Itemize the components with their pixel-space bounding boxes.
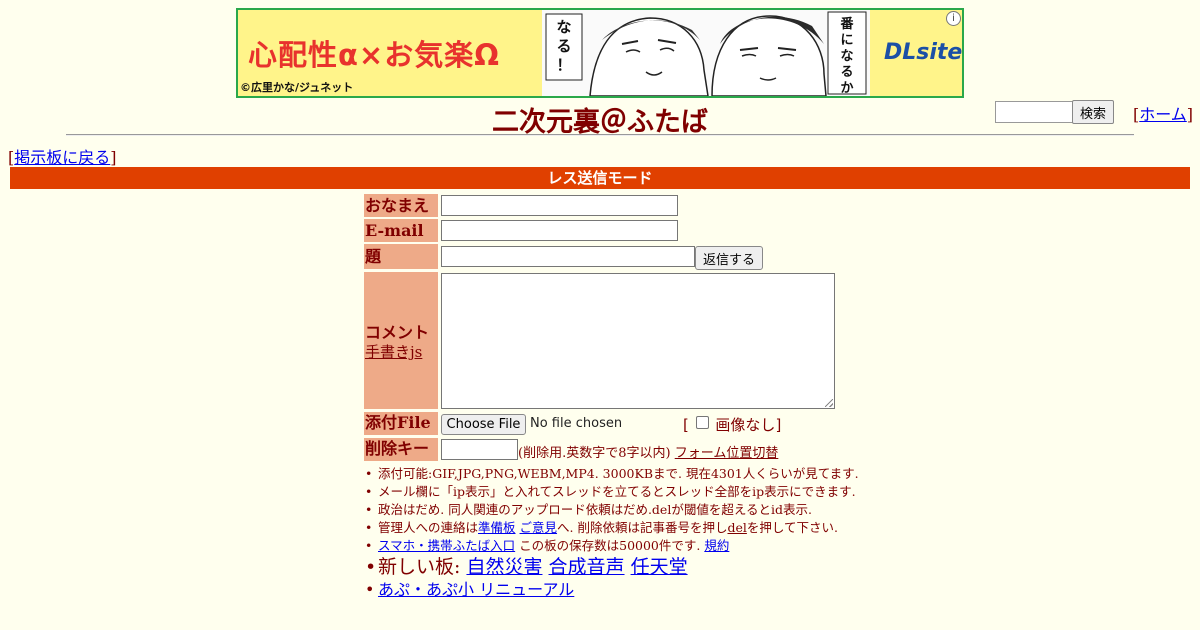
home-bracket-close: ] bbox=[1186, 105, 1194, 124]
board-link-disaster[interactable]: 自然災害 bbox=[466, 556, 542, 578]
file-label: 添付File bbox=[364, 412, 438, 435]
note-contact-mid: へ. 削除依頼は記事番号を押し bbox=[557, 520, 728, 535]
ad-credit: ©広里かな/ジュネット bbox=[240, 79, 354, 95]
board-link-synth-voice[interactable]: 合成音声 bbox=[549, 556, 625, 578]
no-image-option: [ 画像なし] bbox=[683, 414, 781, 435]
dlsite-logo: DLsite bbox=[884, 40, 963, 65]
manga-illustration: な る ！ 番 に な る か bbox=[542, 10, 870, 96]
form-position-toggle-link[interactable]: フォーム位置切替 bbox=[675, 446, 779, 461]
note-contact-post: を押して下さい. bbox=[746, 520, 838, 535]
home-nav: [ホーム] bbox=[1133, 101, 1193, 125]
search-input[interactable] bbox=[995, 101, 1077, 123]
note-contact-prefix: 管理人への連絡は bbox=[378, 520, 479, 535]
ad-manga-art: な る ！ 番 に な る か bbox=[542, 10, 870, 96]
mobile-entrance-link[interactable]: スマホ・携帯ふたば入口 bbox=[378, 538, 515, 553]
terms-link[interactable]: 規約 bbox=[704, 538, 729, 553]
prep-board-link[interactable]: 準備板 bbox=[478, 520, 516, 535]
ad-bubble-right-2: に bbox=[840, 33, 853, 48]
resize-grip-icon[interactable] bbox=[825, 399, 833, 407]
comment-textarea[interactable] bbox=[441, 273, 835, 409]
header-divider bbox=[66, 134, 1134, 136]
noimg-bracket-close: ] bbox=[775, 416, 782, 434]
comment-label-cell: コメント 手書きjs bbox=[364, 272, 438, 409]
noimg-bracket-open: [ bbox=[683, 416, 689, 434]
board-link-nintendo[interactable]: 任天堂 bbox=[631, 556, 688, 578]
back-to-board-link[interactable]: 掲示板に戻る bbox=[14, 148, 110, 167]
board-notes: 添付可能:GIF,JPG,PNG,WEBM,MP4. 3000KBまで. 現在4… bbox=[364, 465, 864, 601]
back-nav: [掲示板に戻る] bbox=[8, 144, 117, 168]
no-image-label: 画像なし bbox=[715, 416, 776, 434]
ad-bubble-right-1: 番 bbox=[839, 16, 854, 32]
ad-bubble-left-2: る bbox=[556, 37, 571, 55]
list-item: メール欄に「ip表示」と入れてスレッドを立てるとスレッド全部をip表示にできます… bbox=[364, 483, 864, 501]
feedback-link[interactable]: ご意見 bbox=[520, 520, 558, 535]
name-input[interactable] bbox=[441, 195, 678, 216]
search-button[interactable]: 検索 bbox=[1072, 100, 1114, 124]
ad-banner[interactable]: 心配性α×お気楽Ω ©広里かな/ジュネット な る ！ 番 に な る か DL… bbox=[236, 8, 964, 98]
file-status: No file chosen bbox=[530, 416, 623, 431]
list-item: あぷ・あぷ小 リニューアル bbox=[364, 579, 864, 601]
ad-bubble-right-4: る bbox=[840, 65, 853, 80]
note-attachments: 添付可能:GIF,JPG,PNG,WEBM,MP4. 3000KBまで. 現在4… bbox=[378, 466, 859, 481]
note-del-word: del bbox=[727, 520, 747, 535]
renewal-link[interactable]: あぷ・あぷ小 リニューアル bbox=[378, 580, 574, 599]
ad-info-icon[interactable]: i bbox=[946, 11, 961, 26]
list-item: スマホ・携帯ふたば入口 この板の保存数は50000件です. 規約 bbox=[364, 537, 864, 555]
new-boards-prefix: 新しい板: bbox=[378, 556, 467, 578]
delete-key-input[interactable] bbox=[441, 439, 518, 460]
ad-bubble-right-3: な bbox=[840, 49, 853, 64]
list-item: 添付可能:GIF,JPG,PNG,WEBM,MP4. 3000KBまで. 現在4… bbox=[364, 465, 864, 483]
subject-label: 題 名 bbox=[364, 244, 438, 291]
name-label: おなまえ bbox=[364, 194, 438, 217]
note-storage: この板の保存数は50000件です. bbox=[515, 538, 705, 553]
ad-text-panel: 心配性α×お気楽Ω ©広里かな/ジュネット bbox=[238, 10, 542, 96]
ad-tagline: 心配性α×お気楽Ω bbox=[248, 38, 500, 72]
ad-bubble-right-5: か bbox=[840, 81, 853, 96]
list-item: 新しい板: 自然災害 合成音声 任天堂 bbox=[364, 555, 864, 579]
delete-key-hint: (削除用.英数字で8字以内) bbox=[518, 446, 671, 461]
no-image-checkbox[interactable] bbox=[695, 416, 709, 429]
comment-label: コメント bbox=[365, 323, 430, 342]
list-item: 管理人への連絡は準備板 ご意見へ. 削除依頼は記事番号を押しdelを押して下さい… bbox=[364, 519, 864, 537]
choose-file-button[interactable]: Choose File bbox=[441, 414, 526, 435]
ad-bubble-left-3: ！ bbox=[556, 56, 571, 74]
email-label: E-mail bbox=[364, 219, 438, 242]
subject-input[interactable] bbox=[441, 246, 695, 267]
note-ip-display: メール欄に「ip表示」と入れてスレッドを立てるとスレッド全部をip表示にできます… bbox=[378, 484, 856, 499]
delete-key-label: 削除キー bbox=[364, 438, 438, 461]
reply-submit-button[interactable]: 返信する bbox=[695, 246, 763, 270]
handwriting-link[interactable]: 手書きjs bbox=[365, 341, 422, 362]
note-rules: 政治はだめ. 同人関連のアップロード依頼はだめ.delが閾値を超えるとid表示. bbox=[378, 502, 812, 517]
ad-bubble-left-1: な bbox=[556, 18, 571, 36]
reply-mode-bar: レス送信モード bbox=[10, 167, 1190, 189]
back-bracket-close: ] bbox=[110, 148, 117, 167]
home-link[interactable]: ホーム bbox=[1139, 105, 1187, 124]
list-item: 政治はだめ. 同人関連のアップロード依頼はだめ.delが閾値を超えるとid表示. bbox=[364, 501, 864, 519]
email-input[interactable] bbox=[441, 220, 678, 241]
delete-key-note: (削除用.英数字で8字以内) フォーム位置切替 bbox=[518, 442, 778, 461]
